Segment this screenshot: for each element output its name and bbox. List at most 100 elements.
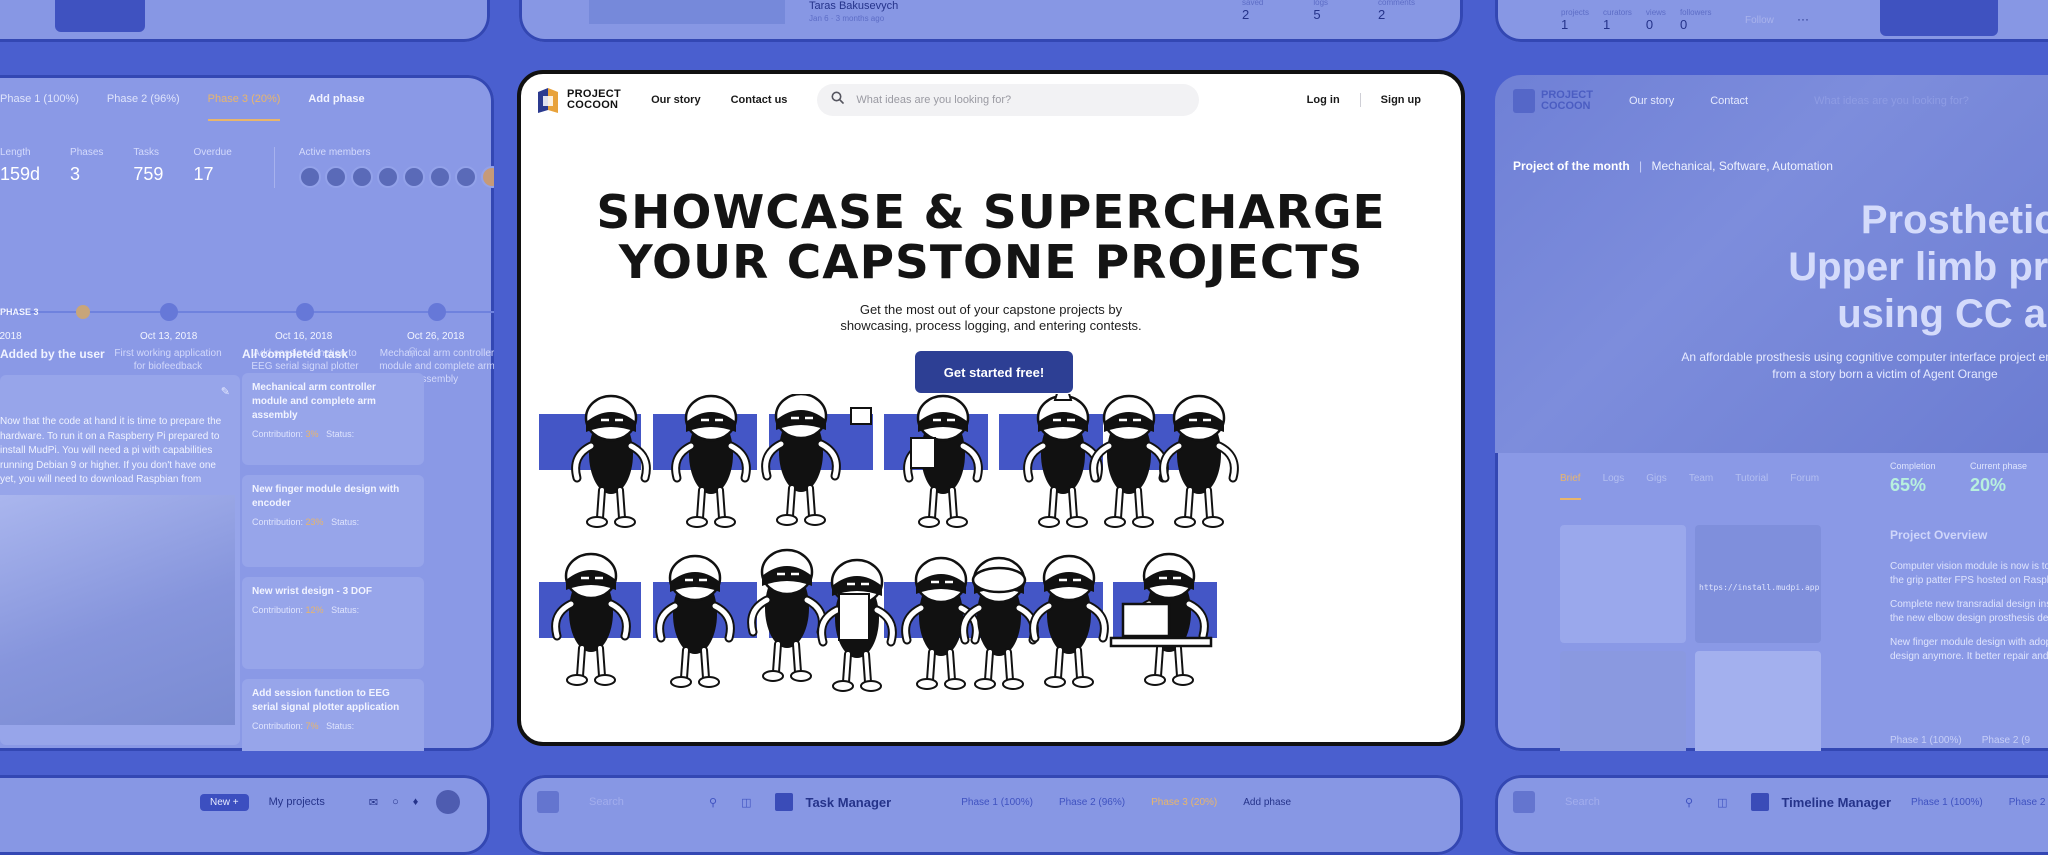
stat-comments: comments 2 (1378, 0, 1415, 22)
stat-views: views 0 (1645, 8, 1666, 32)
nav-our-story[interactable]: Our story (1629, 95, 1674, 107)
background-bar-bottom-right: Search ⚲ ◫ Timeline Manager Phase 1 (100… (1495, 775, 2048, 855)
tab-forum[interactable]: Forum (1790, 473, 1819, 500)
timeline-manager-icon (1751, 793, 1770, 811)
timeline-date: Oct 16, 2018 (275, 331, 333, 342)
search-input[interactable]: What ideas are you looking for? (1814, 95, 1969, 107)
new-button[interactable]: New + (200, 793, 249, 811)
breadcrumb: Project of the month | Mechanical, Softw… (1513, 159, 1833, 173)
avatar[interactable] (454, 166, 477, 188)
tab-phase-3[interactable]: Phase 3 (20%) (207, 93, 281, 121)
get-started-button[interactable]: Get started free! (915, 351, 1073, 393)
add-phase-button[interactable]: Add phase (1243, 797, 1291, 808)
inbox-icon[interactable]: ✉ (369, 796, 378, 809)
avatar[interactable] (324, 166, 347, 188)
avatar[interactable] (402, 166, 425, 188)
timeline-date: Oct 26, 2018 (407, 331, 465, 342)
mascot-illustration (539, 394, 1449, 746)
stat-overdue: Overdue 17 (193, 147, 232, 184)
task-manager-icon (775, 793, 794, 811)
stat-logs: logs 5 (1313, 0, 1329, 22)
tab-gigs[interactable]: Gigs (1646, 473, 1667, 500)
card-thumbnail (1880, 0, 1998, 36)
tab-phase-2[interactable]: Phase 2 (96%) (2009, 797, 2048, 808)
project-overview: Project Overview Computer vision module … (1890, 528, 2048, 662)
logo[interactable]: PROJECT COCOON (535, 86, 621, 114)
gallery-thumbnail[interactable]: https://install.mudpi.app (1695, 525, 1821, 643)
tab-logs[interactable]: Logs (1603, 473, 1625, 500)
notes-title: Added by the user (0, 347, 105, 361)
author-name[interactable]: Taras Bakusevych (809, 0, 898, 12)
avatar[interactable] (350, 166, 373, 188)
project-nav: PROJECT COCOON Our story Contact What id… (1513, 89, 1969, 113)
project-title: Prosthetic A Upper limb pros using CC an… (1788, 198, 2048, 336)
task-card[interactable]: New finger module design with encoder Co… (242, 475, 424, 567)
search-input[interactable] (854, 93, 1179, 107)
tab-tutorial[interactable]: Tutorial (1735, 473, 1768, 500)
bell-icon[interactable]: ♦ (413, 796, 419, 808)
flag-icon[interactable] (428, 303, 446, 321)
nav-contact[interactable]: Contact (1710, 95, 1748, 107)
logo-text: PROJECT COCOON (567, 88, 622, 111)
gallery-thumbnail[interactable] (1560, 525, 1686, 643)
nav-contact-us[interactable]: Contact us (731, 94, 788, 106)
background-card-top-mid: Taras Bakusevych Jan 6 · 3 months ago sa… (519, 0, 1463, 42)
phase-marker: PHASE 3 (0, 307, 39, 317)
phase-tabs: Phase 1 (100%) Phase 2 (96%) Phase 3 (20… (0, 93, 365, 121)
nav-divider (1359, 93, 1361, 107)
tab-phase-1[interactable]: Phase 1 (100%) (1911, 797, 1983, 808)
timeline-node[interactable] (76, 305, 90, 319)
avatar[interactable] (480, 166, 494, 188)
logo[interactable]: PROJECT COCOON (1513, 89, 1593, 113)
active-members: Active members (273, 147, 494, 188)
more-icon[interactable]: ··· (1797, 12, 1809, 26)
avatar[interactable] (376, 166, 399, 188)
edit-icon[interactable]: ✎ (221, 385, 230, 398)
gallery-thumbnail[interactable] (1560, 651, 1686, 751)
chat-icon[interactable]: ○ (392, 796, 399, 808)
task-card[interactable]: Add session function to EEG serial signa… (242, 679, 424, 751)
flag-icon[interactable] (160, 303, 178, 321)
hero-title: SHOWCASE & SUPERCHARGE YOUR CAPSTONE PRO… (596, 186, 1386, 290)
tab-phase-2[interactable]: Phase 2 (96%) (1059, 797, 1125, 808)
tab-team[interactable]: Team (1689, 473, 1713, 500)
scroll-icon (838, 593, 870, 641)
avatar[interactable] (436, 790, 461, 814)
tab-phase-2[interactable]: Phase 2 (96%) (107, 93, 180, 121)
app-title: Task Manager (805, 794, 892, 810)
search-icon[interactable]: ⚲ (709, 796, 717, 809)
timeline-node[interactable] (296, 303, 314, 321)
tab-phase-1[interactable]: Phase 1 (100%) (0, 93, 79, 121)
cocoon-logo-icon[interactable] (1513, 791, 1535, 813)
signup-link[interactable]: Sign up (1381, 94, 1421, 106)
cocoon-logo-icon[interactable] (537, 791, 559, 813)
search-input[interactable]: Search (589, 796, 709, 808)
vr-headset-icon (971, 566, 1027, 594)
task-card[interactable]: New wrist design - 3 DOF Contribution: 1… (242, 577, 424, 669)
search-icon[interactable]: ⚲ (1685, 796, 1693, 809)
project-tabs: Brief Logs Gigs Team Tutorial Forum (1560, 473, 1819, 500)
tab-phase-1[interactable]: Phase 1 (100%) (961, 797, 1033, 808)
follow-button[interactable]: Follow (1745, 15, 1774, 26)
stat-phases: Phases 3 (70, 147, 104, 184)
login-link[interactable]: Log in (1307, 94, 1340, 106)
search-bar[interactable] (817, 84, 1200, 116)
stat-projects: projects 1 (1561, 8, 1590, 32)
sidebar-toggle-icon[interactable]: ◫ (1717, 796, 1727, 809)
search-input[interactable]: Search (1565, 796, 1685, 808)
nav-our-story[interactable]: Our story (651, 94, 701, 106)
tab-brief[interactable]: Brief (1560, 473, 1581, 500)
gallery-thumbnail[interactable] (1695, 651, 1821, 751)
completion-stat: Completion 65% (1890, 461, 1936, 495)
search-icon[interactable]: ⚲ (408, 345, 417, 359)
task-card[interactable]: Mechanical arm controller module and com… (242, 373, 424, 465)
app-title: Timeline Manager (1781, 794, 1892, 810)
avatar[interactable] (428, 166, 451, 188)
add-phase-button[interactable]: Add phase (308, 93, 364, 121)
user-note-card: ✎ Now that the code at hand it is time t… (0, 375, 240, 745)
background-card-top-right: projects 1 curators 1 views 0 followers 0 Fo… (1495, 0, 2048, 42)
tab-phase-3[interactable]: Phase 3 (20%) (1151, 797, 1217, 808)
avatar[interactable] (298, 166, 321, 188)
my-projects-link[interactable]: My projects (269, 796, 325, 808)
sidebar-toggle-icon[interactable]: ◫ (741, 796, 751, 809)
